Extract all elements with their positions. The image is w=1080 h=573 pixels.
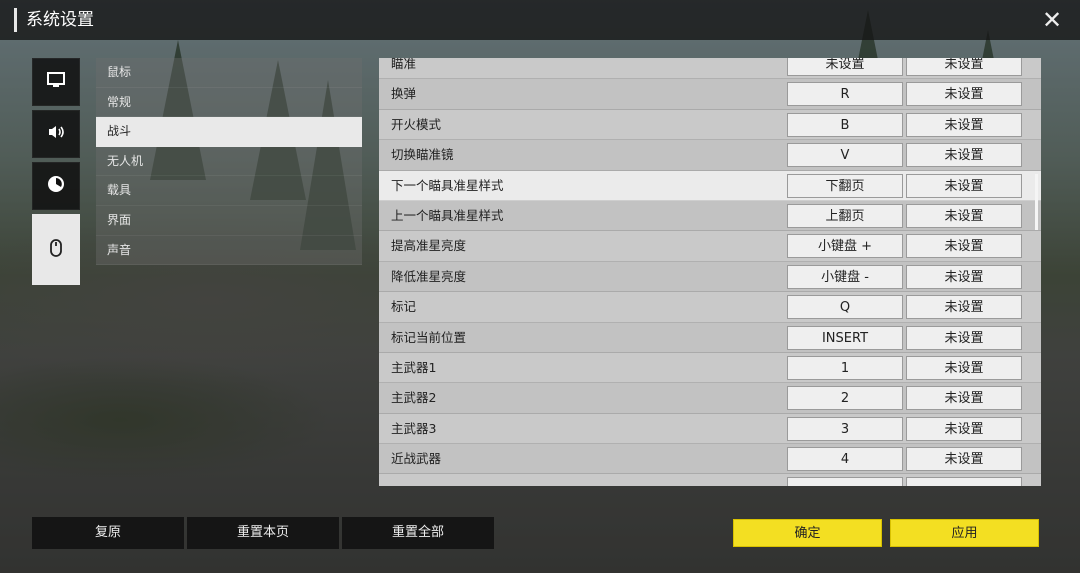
keybind-row[interactable]: 主武器3 3 未设置 bbox=[379, 413, 1041, 445]
keybind-rows: 瞄准 未设置 未设置 换弹 R 未设置 开火模式 B 未设置 切换瞄准镜 V 未设置 下一个瞄具准星样式… bbox=[379, 58, 1041, 486]
primary-key-button[interactable]: V bbox=[787, 143, 903, 168]
title-accent-bar bbox=[14, 8, 17, 32]
secondary-key-button[interactable]: 未设置 bbox=[906, 386, 1022, 411]
keybind-row[interactable]: 主武器2 2 未设置 bbox=[379, 383, 1041, 414]
secondary-key-button[interactable]: 未设置 bbox=[906, 234, 1022, 259]
primary-key-button[interactable]: Q bbox=[787, 295, 903, 320]
submenu-item-combat[interactable]: 战斗 bbox=[96, 117, 362, 147]
keybind-action-label: 标记 bbox=[391, 299, 417, 315]
keybind-row[interactable]: 上一个瞄具准星样式 上翻页 未设置 bbox=[379, 200, 1041, 232]
secondary-key-button[interactable]: 未设置 bbox=[906, 295, 1022, 320]
speaker-icon bbox=[46, 122, 66, 146]
keybind-action-label: 提高准星亮度 bbox=[391, 238, 467, 254]
primary-key-button[interactable]: 4 bbox=[787, 447, 903, 472]
keybind-row[interactable]: 瞄准 未设置 未设置 bbox=[379, 58, 1041, 80]
keybind-row[interactable]: 换弹 R 未设置 bbox=[379, 79, 1041, 110]
apply-button[interactable]: 应用 bbox=[890, 519, 1039, 547]
keybind-list-panel: 瞄准 未设置 未设置 换弹 R 未设置 开火模式 B 未设置 切换瞄准镜 V 未设置 下一个瞄具准星样式… bbox=[379, 58, 1041, 486]
secondary-key-button[interactable]: 未设置 bbox=[906, 264, 1022, 289]
keybind-row[interactable]: 近战武器 4 未设置 bbox=[379, 444, 1041, 475]
primary-key-button[interactable]: 1 bbox=[787, 355, 903, 380]
keybind-row[interactable]: 标记当前位置 INSERT 未设置 bbox=[379, 322, 1041, 353]
mouse-icon bbox=[46, 238, 66, 262]
secondary-key-button[interactable]: 未设置 bbox=[906, 82, 1022, 107]
confirm-button[interactable]: 确定 bbox=[733, 519, 882, 547]
submenu-item-sound[interactable]: 声音 bbox=[96, 235, 362, 266]
keybind-action-label: 换弹 bbox=[391, 86, 417, 102]
primary-key-button[interactable]: 小键盘 - bbox=[787, 264, 903, 289]
keybind-row[interactable]: 标记 Q 未设置 bbox=[379, 292, 1041, 323]
scrollbar-thumb[interactable] bbox=[1035, 174, 1038, 230]
secondary-key-button[interactable]: 未设置 bbox=[906, 173, 1022, 198]
submenu-item-vehicle[interactable]: 载具 bbox=[96, 176, 362, 206]
monitor-icon bbox=[46, 70, 66, 94]
secondary-key-button[interactable]: 未设置 bbox=[906, 325, 1022, 350]
title-bar: 系统设置 ✕ bbox=[0, 0, 1080, 40]
keybind-action-label: 下一个瞄具准星样式 bbox=[391, 177, 504, 193]
primary-key-button[interactable]: 上翻页 bbox=[787, 203, 903, 228]
keybind-action-label: 上一个瞄具准星样式 bbox=[391, 207, 504, 223]
keybind-row[interactable]: 提高准星亮度 小键盘 + 未设置 bbox=[379, 231, 1041, 262]
secondary-key-button[interactable]: 未设置 bbox=[906, 355, 1022, 380]
reset-all-button[interactable]: 重置全部 bbox=[342, 517, 494, 549]
secondary-key-button[interactable]: 未设置 bbox=[906, 447, 1022, 472]
keybind-action-label: 主武器2 bbox=[391, 390, 437, 406]
primary-key-button[interactable]: 下翻页 bbox=[787, 173, 903, 198]
keybind-row[interactable] bbox=[379, 474, 1041, 486]
keybind-row[interactable]: 切换瞄准镜 V 未设置 bbox=[379, 140, 1041, 171]
keybind-action-label: 标记当前位置 bbox=[391, 329, 467, 345]
primary-key-button[interactable]: 小键盘 + bbox=[787, 234, 903, 259]
secondary-key-button[interactable]: 未设置 bbox=[906, 203, 1022, 228]
secondary-key-button[interactable]: 未设置 bbox=[906, 416, 1022, 441]
category-sidebar bbox=[32, 58, 80, 289]
settings-submenu: 鼠标 常规 战斗 无人机 载具 界面 声音 bbox=[96, 58, 362, 266]
submenu-item-interface[interactable]: 界面 bbox=[96, 205, 362, 236]
chart-icon bbox=[46, 174, 66, 198]
keybind-action-label: 开火模式 bbox=[391, 116, 442, 132]
secondary-key-button[interactable]: 未设置 bbox=[906, 112, 1022, 137]
primary-key-button[interactable]: R bbox=[787, 82, 903, 107]
keybind-action-label: 降低准星亮度 bbox=[391, 268, 467, 284]
primary-key-button[interactable] bbox=[787, 477, 903, 486]
keybind-action-label: 主武器3 bbox=[391, 420, 437, 436]
submenu-item-drone[interactable]: 无人机 bbox=[96, 146, 362, 177]
primary-key-button[interactable]: B bbox=[787, 112, 903, 137]
keybind-row[interactable]: 下一个瞄具准星样式 下翻页 未设置 bbox=[379, 170, 1041, 201]
category-audio-button[interactable] bbox=[32, 110, 80, 158]
primary-key-button[interactable]: 3 bbox=[787, 416, 903, 441]
primary-key-button[interactable]: INSERT bbox=[787, 325, 903, 350]
primary-key-button[interactable]: 2 bbox=[787, 386, 903, 411]
keybind-action-label: 近战武器 bbox=[391, 451, 442, 467]
keybind-action-label: 切换瞄准镜 bbox=[391, 147, 454, 163]
keybind-row[interactable]: 开火模式 B 未设置 bbox=[379, 109, 1041, 141]
submenu-item-mouse[interactable]: 鼠标 bbox=[96, 58, 362, 88]
secondary-key-button[interactable]: 未设置 bbox=[906, 58, 1022, 76]
reset-page-button[interactable]: 重置本页 bbox=[187, 517, 339, 549]
category-controls-button[interactable] bbox=[32, 214, 80, 285]
secondary-key-button[interactable]: 未设置 bbox=[906, 143, 1022, 168]
secondary-key-button[interactable] bbox=[906, 477, 1022, 486]
restore-button[interactable]: 复原 bbox=[32, 517, 184, 549]
keybind-row[interactable]: 主武器1 1 未设置 bbox=[379, 352, 1041, 384]
primary-key-button[interactable]: 未设置 bbox=[787, 58, 903, 76]
category-display-button[interactable] bbox=[32, 58, 80, 106]
keybind-action-label: 瞄准 bbox=[391, 58, 417, 71]
window-title: 系统设置 bbox=[26, 10, 94, 30]
submenu-item-general[interactable]: 常规 bbox=[96, 87, 362, 118]
close-icon[interactable]: ✕ bbox=[1038, 6, 1066, 34]
keybind-action-label: 主武器1 bbox=[391, 359, 437, 375]
category-graphics-button[interactable] bbox=[32, 162, 80, 210]
keybind-row[interactable]: 降低准星亮度 小键盘 - 未设置 bbox=[379, 261, 1041, 293]
